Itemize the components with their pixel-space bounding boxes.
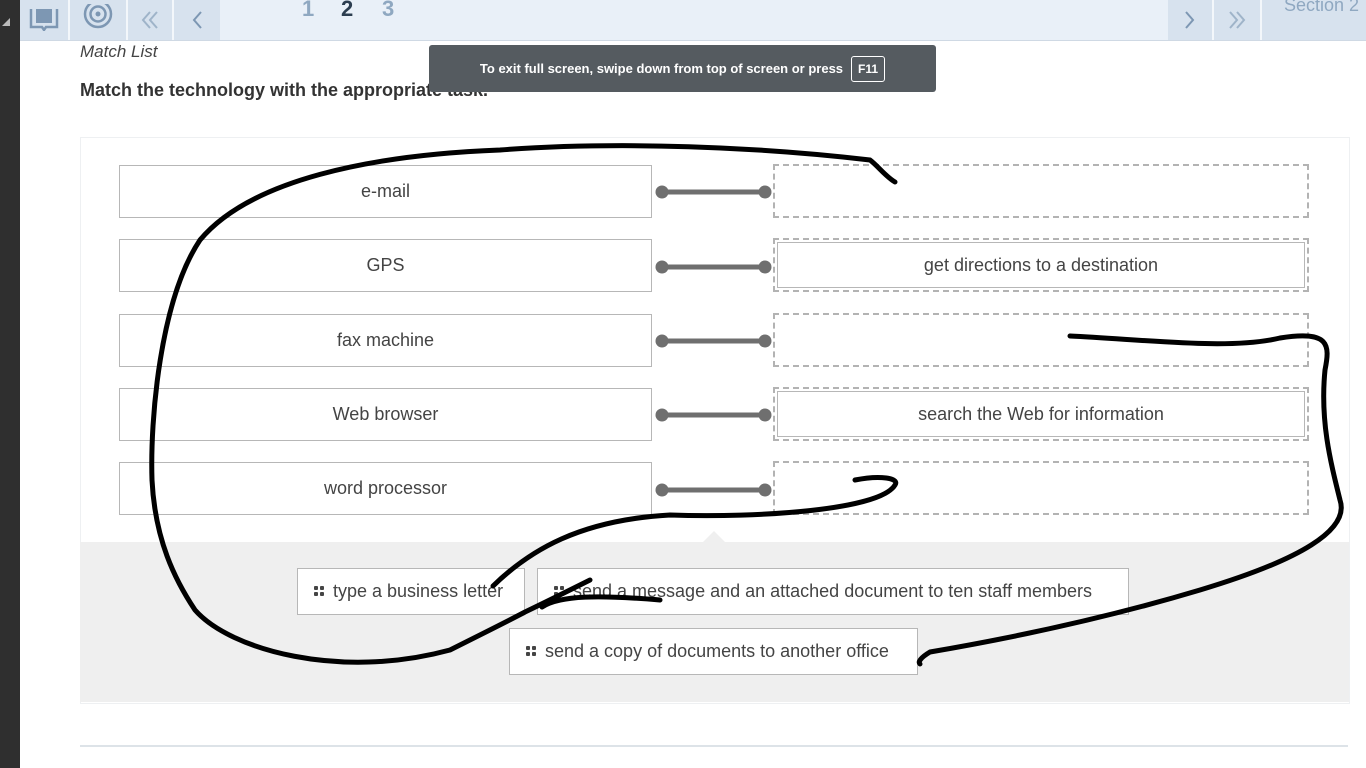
page-link-3[interactable]: 3 [382, 0, 394, 22]
grip-icon [314, 585, 326, 598]
last-page-button[interactable] [1214, 0, 1260, 40]
placed-answer-web-browser[interactable]: search the Web for information [777, 391, 1305, 437]
chip-label: send a message and an attached document … [573, 581, 1092, 601]
target-icon [82, 4, 114, 36]
term-word-processor: word processor [119, 462, 652, 515]
corner-marker [2, 18, 10, 26]
bottom-divider [80, 745, 1348, 747]
left-edge-strip [0, 0, 20, 768]
answer-bank [80, 542, 1349, 702]
term-gps: GPS [119, 239, 652, 292]
connector-line [655, 260, 772, 274]
fullscreen-toast-message: To exit full screen, swipe down from top… [479, 61, 844, 76]
page-link-2-current[interactable]: 2 [341, 0, 353, 22]
connector-line [655, 483, 772, 497]
placed-answer-gps[interactable]: get directions to a destination [777, 242, 1305, 288]
drop-slot-word-processor[interactable] [773, 461, 1309, 515]
previous-page-icon [190, 10, 204, 30]
objectives-button[interactable] [70, 0, 126, 40]
first-page-icon [139, 10, 161, 30]
next-page-icon [1183, 10, 1197, 30]
top-navigation-bar: 1 2 3 Section 2 [20, 0, 1366, 41]
chip-label: send a copy of documents to another offi… [545, 641, 889, 661]
ebook-icon [29, 9, 59, 31]
next-page-button[interactable] [1168, 0, 1212, 40]
section-label[interactable]: Section 2 [1284, 0, 1359, 16]
question-instructions: Match the technology with the appropriat… [80, 80, 489, 100]
previous-page-button[interactable] [174, 0, 220, 40]
drop-slot-web-browser[interactable]: search the Web for information [773, 387, 1309, 441]
chip-label: type a business letter [333, 581, 504, 601]
chip-send-message-attachment[interactable]: send a message and an attached document … [537, 568, 1129, 615]
answer-bank-pointer [703, 531, 725, 542]
last-page-icon [1226, 10, 1248, 30]
drop-slot-email[interactable] [773, 164, 1309, 218]
fullscreen-toast: To exit full screen, swipe down from top… [429, 45, 936, 92]
term-web-browser: Web browser [119, 388, 652, 441]
page-link-1[interactable]: 1 [302, 0, 314, 22]
term-fax-machine: fax machine [119, 314, 652, 367]
drop-slot-gps[interactable]: get directions to a destination [773, 238, 1309, 292]
f11-key-badge: F11 [851, 55, 886, 82]
chip-send-copy-documents[interactable]: send a copy of documents to another offi… [509, 628, 918, 675]
first-page-button[interactable] [128, 0, 172, 40]
ebook-button[interactable] [20, 0, 68, 40]
question-type-label: Match List [80, 42, 158, 61]
drop-slot-fax-machine[interactable] [773, 313, 1309, 367]
connector-line [655, 185, 772, 199]
connector-line [655, 334, 772, 348]
connector-line [655, 408, 772, 422]
grip-icon [526, 645, 538, 658]
chip-type-business-letter[interactable]: type a business letter [297, 568, 525, 615]
term-email: e-mail [119, 165, 652, 218]
grip-icon [554, 585, 566, 598]
